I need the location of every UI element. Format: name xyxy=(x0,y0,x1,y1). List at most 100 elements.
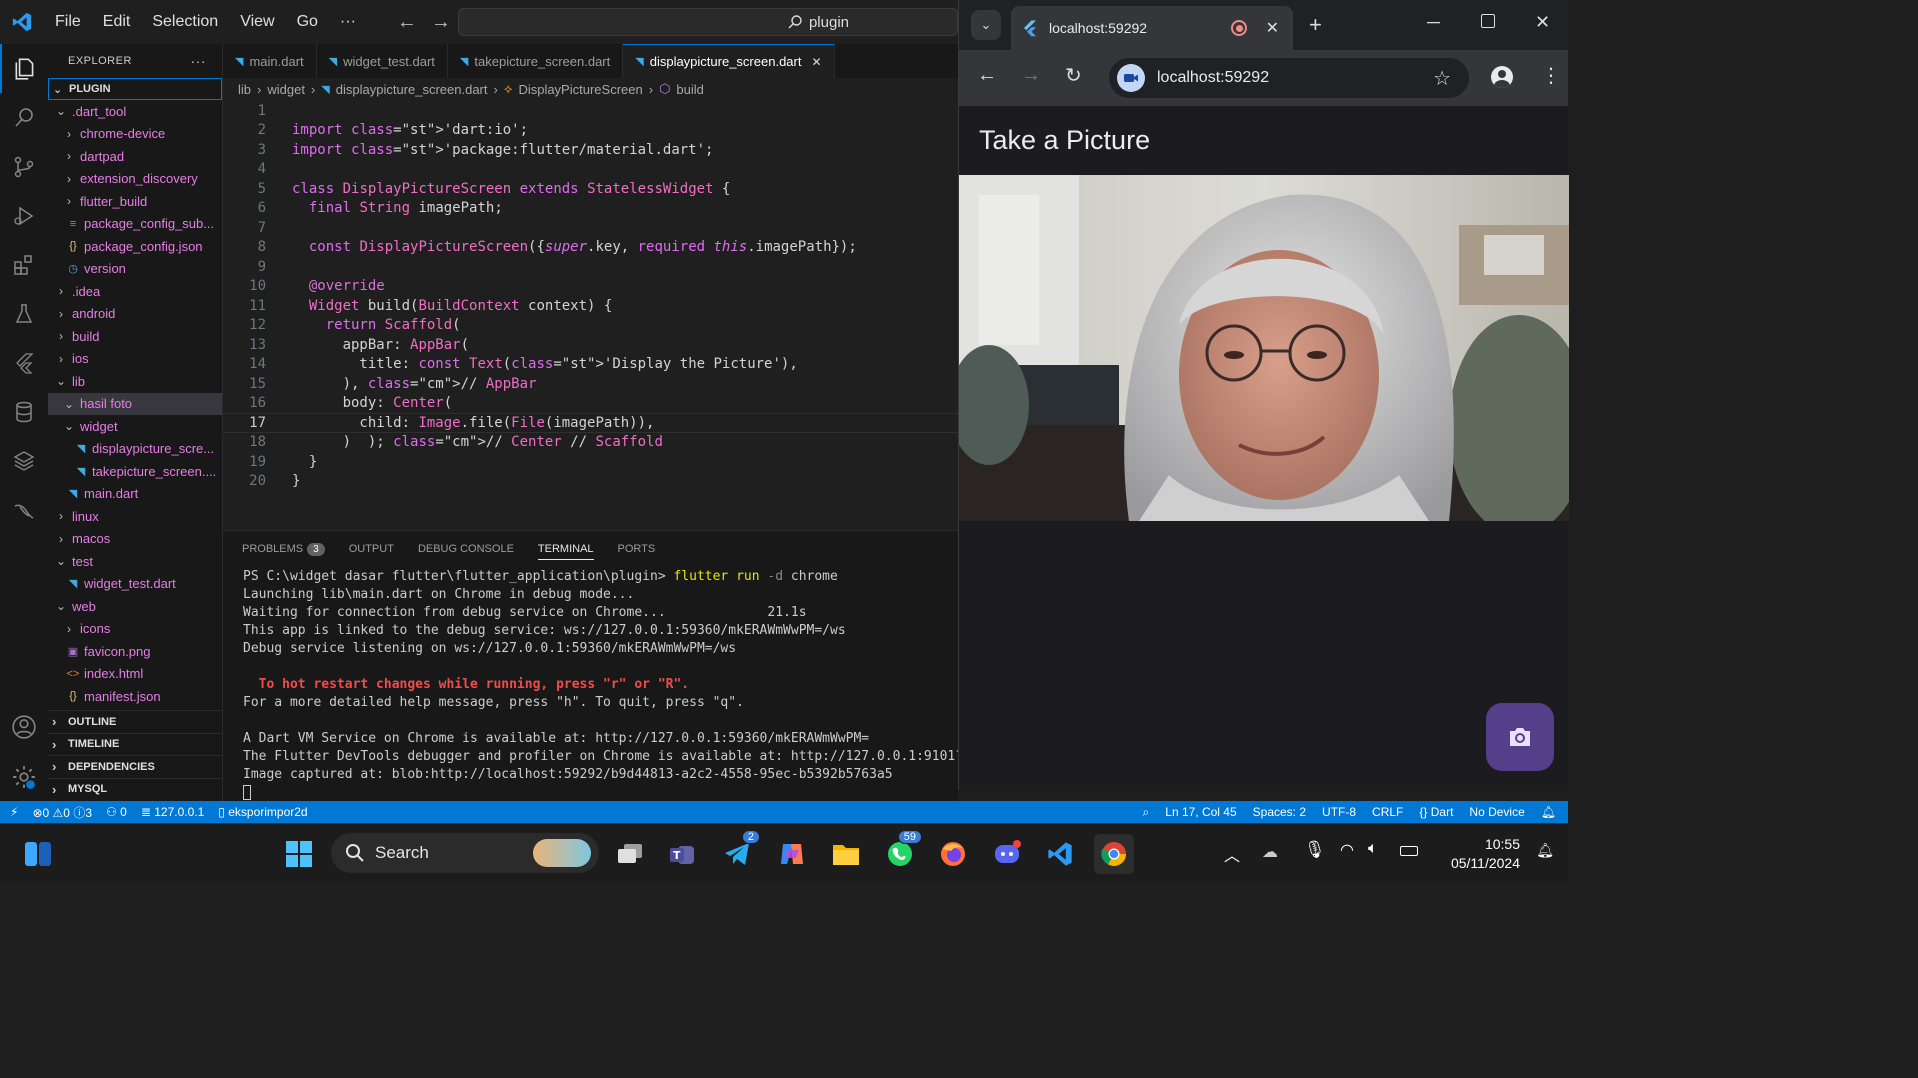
sidebar-section[interactable]: › DEPENDENCIES xyxy=(48,755,223,778)
tree-item[interactable]: ◥ widget_test.dart xyxy=(48,573,222,596)
menu-file[interactable]: File xyxy=(44,13,92,31)
whatsapp-icon[interactable]: 59 xyxy=(880,830,922,874)
taskbar-search[interactable]: Search xyxy=(331,833,599,873)
tree-item[interactable]: › icons xyxy=(48,618,222,641)
breadcrumb-item[interactable]: build xyxy=(676,82,703,97)
forward-arrow-icon[interactable]: → xyxy=(1021,64,1041,87)
tree-item[interactable]: ◥ main.dart xyxy=(48,483,222,506)
tree-item[interactable]: {} package_config.json xyxy=(48,235,222,258)
microphone-icon[interactable]: 🎙︎ xyxy=(1304,840,1326,860)
explorer-more-button[interactable]: ··· xyxy=(191,53,207,69)
chrome-taskbar-icon[interactable] xyxy=(1094,834,1134,874)
account-icon[interactable] xyxy=(0,702,48,751)
minimize-icon[interactable]: ─ xyxy=(1427,12,1440,33)
ports-status[interactable]: ⚇ 0 xyxy=(106,805,127,819)
explorer-icon[interactable] xyxy=(0,44,48,93)
tree-item[interactable]: › ios xyxy=(48,348,222,371)
new-tab-icon[interactable]: + xyxy=(1309,12,1322,38)
onedrive-icon[interactable]: ☁ xyxy=(1262,842,1278,862)
tree-item[interactable]: ◷ version xyxy=(48,258,222,281)
terminal[interactable]: PS C:\widget dasar flutter\flutter_appli… xyxy=(223,567,958,803)
language-mode[interactable]: {} Dart xyxy=(1419,805,1453,819)
mysql-icon[interactable] xyxy=(0,485,48,534)
tab-terminal[interactable]: TERMINAL xyxy=(537,543,594,560)
forward-arrow-icon[interactable]: → xyxy=(431,11,451,34)
menu-view[interactable]: View xyxy=(229,13,285,31)
tree-item[interactable]: ⌄ test xyxy=(48,550,222,573)
editor-tab[interactable]: ◥ displaypicture_screen.dart ✕ xyxy=(623,44,835,78)
code-editor[interactable]: 1 2 import class="st">'dart:io'; 3 import cl… xyxy=(223,101,958,491)
menu-more[interactable]: ··· xyxy=(329,13,367,31)
tree-item[interactable]: ⌄ web xyxy=(48,595,222,618)
db-name-status[interactable]: ▯ eksporimpor2d xyxy=(218,805,307,819)
tree-item[interactable]: ⌄ .dart_tool xyxy=(48,100,222,123)
discord-icon[interactable] xyxy=(987,834,1027,874)
indentation[interactable]: Spaces: 2 xyxy=(1253,805,1306,819)
menu-edit[interactable]: Edit xyxy=(92,13,142,31)
notifications-bell-icon[interactable]: 🔔︎ xyxy=(1541,805,1556,819)
browser-tab[interactable]: localhost:59292 ✕ xyxy=(1011,6,1293,50)
tab-debug-console[interactable]: DEBUG CONSOLE xyxy=(418,543,514,555)
tab-problems[interactable]: PROBLEMS 3 xyxy=(242,542,325,556)
breadcrumb-item[interactable]: lib xyxy=(238,82,251,97)
tree-item[interactable]: ⌄ widget xyxy=(48,415,222,438)
editor-tab[interactable]: ◥ main.dart xyxy=(223,44,317,78)
battery-icon[interactable] xyxy=(1400,846,1418,856)
tree-item[interactable]: ◥ takepicture_screen.... xyxy=(48,460,222,483)
tree-item[interactable]: › build xyxy=(48,325,222,348)
tab-search-button[interactable]: ⌄ xyxy=(971,10,1001,40)
search-icon[interactable] xyxy=(0,93,48,142)
tree-item[interactable]: ◥ displaypicture_scre... xyxy=(48,438,222,461)
zoom-icon[interactable]: ⌕ xyxy=(1143,805,1150,820)
tree-item[interactable]: ⌄ hasil foto xyxy=(48,392,222,415)
source-control-icon[interactable] xyxy=(0,142,48,191)
tree-item[interactable]: {} manifest.json xyxy=(48,685,222,708)
menu-go[interactable]: Go xyxy=(286,13,329,31)
reload-icon[interactable]: ↻ xyxy=(1065,63,1082,88)
widgets-icon[interactable] xyxy=(18,834,58,874)
editor-tab[interactable]: ◥ takepicture_screen.dart xyxy=(448,44,624,78)
close-window-icon[interactable]: ✕ xyxy=(1535,12,1550,33)
menu-selection[interactable]: Selection xyxy=(141,13,229,31)
tab-ports[interactable]: PORTS xyxy=(618,543,656,555)
camera-permission-icon[interactable] xyxy=(1117,64,1145,92)
problems-status[interactable]: ⊗0 ⚠0 ⓘ3 xyxy=(32,804,92,821)
line-ending[interactable]: CRLF xyxy=(1372,805,1403,819)
wifi-icon[interactable]: ◠ xyxy=(1340,840,1354,860)
start-icon[interactable] xyxy=(279,834,319,874)
encoding[interactable]: UTF-8 xyxy=(1322,805,1356,819)
breadcrumb-item[interactable]: displaypicture_screen.dart xyxy=(336,82,488,97)
explorer-root-folder[interactable]: ⌄ PLUGIN xyxy=(48,78,222,100)
tree-item[interactable]: › macos xyxy=(48,528,222,551)
layers-icon[interactable] xyxy=(0,436,48,485)
take-picture-button[interactable] xyxy=(1486,703,1554,771)
volume-icon[interactable]: 🔈︎ xyxy=(1368,840,1378,858)
tree-item[interactable]: › flutter_build xyxy=(48,190,222,213)
tree-item[interactable]: ▣ favicon.png xyxy=(48,640,222,663)
flutter-icon[interactable] xyxy=(0,338,48,387)
tree-item[interactable]: › extension_discovery xyxy=(48,168,222,191)
remote-icon[interactable]: ⚡ xyxy=(10,805,18,819)
notification-center-icon[interactable]: 🔔︎ xyxy=(1536,842,1554,859)
chrome-menu-icon[interactable]: ⋮ xyxy=(1541,63,1561,88)
telegram-icon[interactable]: 2 xyxy=(718,830,760,874)
vscode-taskbar-icon[interactable] xyxy=(1040,834,1080,874)
close-tab-icon[interactable]: ✕ xyxy=(811,55,821,69)
copilot-icon[interactable] xyxy=(772,834,812,874)
sidebar-section[interactable]: › TIMELINE xyxy=(48,732,223,756)
teams-icon[interactable]: T xyxy=(663,834,703,874)
task-view-icon[interactable] xyxy=(610,834,650,874)
show-hidden-icons-icon[interactable]: ︿ xyxy=(1224,842,1240,866)
file-explorer-icon[interactable] xyxy=(826,834,866,874)
command-center-search[interactable]: plugin xyxy=(458,8,958,36)
back-arrow-icon[interactable]: ← xyxy=(397,11,417,34)
sidebar-section[interactable]: › MYSQL xyxy=(48,777,223,801)
device-selector[interactable]: No Device xyxy=(1469,805,1524,819)
testing-icon[interactable] xyxy=(0,289,48,338)
tree-item[interactable]: › chrome-device xyxy=(48,123,222,146)
breadcrumb-item[interactable]: DisplayPictureScreen xyxy=(518,82,642,97)
maximize-icon[interactable] xyxy=(1481,14,1495,28)
tree-item[interactable]: › linux xyxy=(48,505,222,528)
breadcrumb-item[interactable]: widget xyxy=(267,82,305,97)
tree-item[interactable]: › dartpad xyxy=(48,145,222,168)
